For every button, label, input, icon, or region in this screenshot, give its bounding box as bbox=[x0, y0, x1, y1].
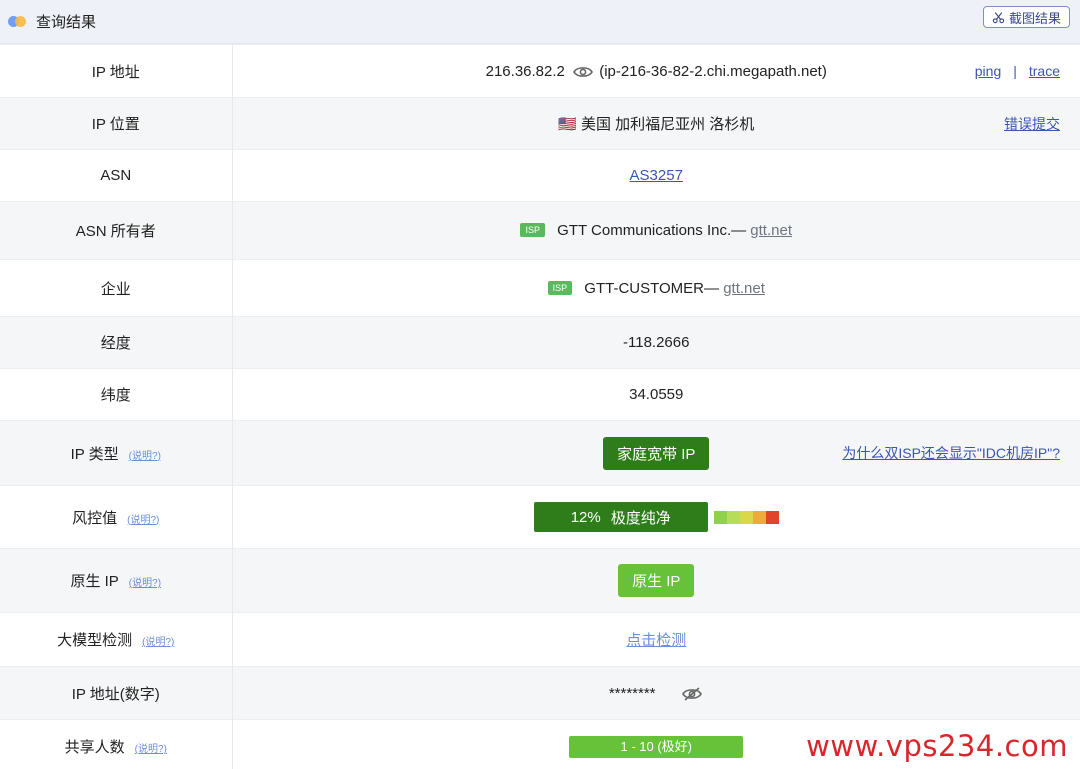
row-label: IP 位置 bbox=[0, 97, 233, 150]
row-llm-detection: 大模型检测 (说明?) 点击检测 bbox=[0, 612, 1080, 667]
tool-links: ping | trace bbox=[975, 63, 1060, 79]
row-label: 共享人数 (说明?) bbox=[0, 719, 233, 769]
location-value: 美国 加利福尼亚州 洛杉机 bbox=[581, 116, 755, 133]
row-ip-type: IP 类型 (说明?) 家庭宽带 IP 为什么双ISP还会显示"IDC机房IP"? bbox=[0, 420, 1080, 486]
risk-scale-segment-1 bbox=[713, 510, 727, 524]
risk-percent: 12% bbox=[570, 508, 601, 526]
result-header: 查询结果 截图结果 bbox=[0, 0, 1080, 44]
screenshot-button-label: 截图结果 bbox=[1008, 10, 1061, 26]
eye-off-icon[interactable] bbox=[681, 686, 702, 702]
explain-link[interactable]: (说明?) bbox=[127, 515, 159, 526]
explain-link[interactable]: (说明?) bbox=[129, 451, 161, 462]
row-value: 原生 IP bbox=[232, 548, 1080, 613]
row-label: IP 地址 bbox=[0, 44, 233, 98]
row-label-text: 风控值 bbox=[72, 509, 118, 527]
row-asn-owner: ASN 所有者 ISP GTT Communications Inc.— gtt… bbox=[0, 201, 1080, 260]
asn-owner-domain-link[interactable]: gtt.net bbox=[750, 222, 792, 239]
row-label: ASN bbox=[0, 149, 233, 202]
row-longitude: 经度 -118.2666 bbox=[0, 316, 1080, 369]
screenshot-button[interactable]: 截图结果 bbox=[982, 6, 1070, 28]
ping-link[interactable]: ping bbox=[975, 63, 1001, 79]
us-flag-icon: 🇺🇸 bbox=[558, 116, 577, 133]
risk-scale-segment-4 bbox=[752, 510, 766, 524]
company-name: GTT-CUSTOMER— bbox=[584, 279, 720, 297]
asn-owner-name: GTT Communications Inc.— bbox=[557, 222, 747, 239]
longitude-value: -118.2666 bbox=[232, 316, 1080, 369]
row-ip-numeric: IP 地址(数字) ******** bbox=[0, 666, 1080, 720]
link-separator: | bbox=[1013, 63, 1017, 79]
ip-value: 216.36.82.2 bbox=[485, 62, 565, 80]
row-value: 12% 极度纯净 bbox=[232, 485, 1080, 549]
row-asn: ASN AS3257 bbox=[0, 149, 1080, 202]
page-title: 查询结果 bbox=[36, 14, 97, 31]
explain-link[interactable]: (说明?) bbox=[142, 637, 174, 648]
row-value: 🇺🇸 美国 加利福尼亚州 洛杉机 错误提交 bbox=[232, 97, 1080, 150]
risk-scale-segment-3 bbox=[739, 510, 753, 524]
explain-link[interactable]: (说明?) bbox=[135, 744, 167, 755]
result-table: IP 地址 216.36.82.2 (ip-216-36-82-2.chi.me… bbox=[0, 44, 1080, 769]
row-label: ASN 所有者 bbox=[0, 201, 233, 260]
row-label-text: 原生 IP bbox=[70, 573, 119, 590]
risk-scale-segment-5 bbox=[765, 510, 779, 524]
isp-badge: ISP bbox=[520, 223, 545, 237]
risk-score-bar: 12% 极度纯净 bbox=[533, 502, 708, 532]
row-value: ISP GTT-CUSTOMER— gtt.net bbox=[232, 259, 1080, 317]
report-error-link[interactable]: 错误提交 bbox=[1004, 114, 1060, 134]
row-label-text: 大模型检测 bbox=[57, 632, 133, 649]
asn-link[interactable]: AS3257 bbox=[630, 167, 683, 184]
row-latitude: 纬度 34.0559 bbox=[0, 368, 1080, 421]
scissors-icon bbox=[992, 11, 1005, 23]
native-ip-badge: 原生 IP bbox=[618, 564, 695, 597]
logo-icon bbox=[8, 16, 26, 27]
row-native-ip: 原生 IP (说明?) 原生 IP bbox=[0, 548, 1080, 613]
eye-icon[interactable] bbox=[573, 64, 593, 80]
row-ip-location: IP 位置 🇺🇸 美国 加利福尼亚州 洛杉机 错误提交 bbox=[0, 97, 1080, 150]
explain-link[interactable]: (说明?) bbox=[129, 578, 161, 589]
row-value: 216.36.82.2 (ip-216-36-82-2.chi.megapath… bbox=[232, 44, 1080, 98]
shared-users-bar: 1 - 10 (极好) bbox=[569, 735, 744, 758]
latitude-value: 34.0559 bbox=[232, 368, 1080, 421]
row-value: AS3257 bbox=[232, 149, 1080, 202]
trace-link[interactable]: trace bbox=[1029, 63, 1060, 79]
ip-numeric-value: ******** bbox=[608, 684, 656, 702]
hostname-value: (ip-216-36-82-2.chi.megapath.net) bbox=[599, 62, 827, 80]
row-label: IP 地址(数字) bbox=[0, 666, 233, 720]
why-idc-link[interactable]: 为什么双ISP还会显示"IDC机房IP"? bbox=[842, 443, 1060, 463]
row-label-text: IP 类型 bbox=[70, 445, 119, 463]
row-company: 企业 ISP GTT-CUSTOMER— gtt.net bbox=[0, 259, 1080, 317]
ip-type-badge: 家庭宽带 IP bbox=[603, 436, 710, 470]
risk-meter: 12% 极度纯净 bbox=[533, 502, 779, 532]
row-value: 家庭宽带 IP 为什么双ISP还会显示"IDC机房IP"? bbox=[232, 420, 1080, 486]
row-label-text: 共享人数 bbox=[64, 739, 125, 757]
row-label: 经度 bbox=[0, 316, 233, 369]
row-label: 纬度 bbox=[0, 368, 233, 421]
risk-scale-segment-2 bbox=[726, 510, 740, 524]
row-value: ISP GTT Communications Inc.— gtt.net bbox=[232, 201, 1080, 260]
row-risk-score: 风控值 (说明?) 12% 极度纯净 bbox=[0, 485, 1080, 549]
click-detect-link[interactable]: 点击检测 bbox=[626, 632, 686, 649]
row-label: 风控值 (说明?) bbox=[0, 485, 233, 549]
row-label: 大模型检测 (说明?) bbox=[0, 612, 233, 667]
row-ip-address: IP 地址 216.36.82.2 (ip-216-36-82-2.chi.me… bbox=[0, 44, 1080, 98]
row-label: 原生 IP (说明?) bbox=[0, 548, 233, 613]
row-value: ******** bbox=[232, 666, 1080, 720]
company-domain-link[interactable]: gtt.net bbox=[723, 280, 765, 297]
row-value: 点击检测 bbox=[232, 612, 1080, 667]
risk-color-scale bbox=[713, 510, 779, 524]
risk-level: 极度纯净 bbox=[610, 509, 671, 527]
row-label: 企业 bbox=[0, 259, 233, 317]
row-label: IP 类型 (说明?) bbox=[0, 420, 233, 486]
isp-badge: ISP bbox=[547, 280, 573, 295]
watermark: www.vps234.com bbox=[806, 729, 1068, 763]
